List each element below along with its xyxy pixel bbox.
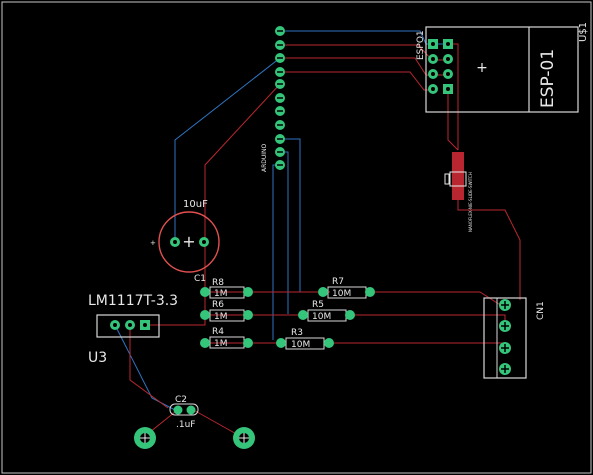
svg-text:+: + xyxy=(150,239,156,247)
cap-big-value: 10uF xyxy=(183,199,208,210)
resistor-r4: R4 1M xyxy=(200,327,253,349)
regulator-ref: U3 xyxy=(88,350,107,366)
r5-ref: R5 xyxy=(312,300,324,310)
resistor-r5: R5 10M xyxy=(298,300,355,322)
r4-value: 1M xyxy=(214,339,228,349)
esp01-name: ESP-01 xyxy=(538,49,558,108)
r6-ref: R6 xyxy=(212,300,224,310)
pcb-layout: + ESP-01 ESPO1 U$1 ARDUINO NANOFLEX-NIE-… xyxy=(1,1,592,474)
svg-text:+: + xyxy=(476,60,488,76)
slide-switch-label: NANOFLEX-NIE-SLIDE-SWITCH xyxy=(468,172,473,232)
esp01-ref2: U$1 xyxy=(578,22,589,42)
regulator-name: LM1117T-3.3 xyxy=(88,293,178,309)
r8-value: 1M xyxy=(214,289,228,299)
c2-value: .1uF xyxy=(176,420,195,430)
board-outline xyxy=(1,1,592,474)
slide-switch: NANOFLEX-NIE-SLIDE-SWITCH xyxy=(444,152,473,232)
regulator-lm1117: LM1117T-3.3 U3 xyxy=(88,293,178,366)
resistor-r8: R8 1M xyxy=(200,278,253,299)
arduino-header: ARDUINO xyxy=(261,26,285,172)
r7-value: 10M xyxy=(332,289,351,299)
capacitor-10uf: + + 10uF C1 xyxy=(150,199,220,284)
r4-ref: R4 xyxy=(212,327,224,337)
resistor-r6: R6 1M xyxy=(200,300,253,322)
esp01-ref: ESPO1 xyxy=(416,30,426,60)
mounting-pads xyxy=(134,427,255,449)
connector-cn1: CN1 xyxy=(483,297,546,379)
r5-value: 10M xyxy=(312,312,331,322)
r6-value: 1M xyxy=(214,312,228,322)
esp01-module: + ESP-01 ESPO1 U$1 xyxy=(416,22,589,113)
r3-value: 10M xyxy=(291,340,310,350)
cn1-ref: CN1 xyxy=(536,301,546,320)
resistor-r3: R3 10M xyxy=(276,328,334,350)
r7-ref: R7 xyxy=(332,277,344,287)
c1-ref: C1 xyxy=(194,274,206,284)
r3-ref: R3 xyxy=(291,328,303,338)
resistor-r7: R7 10M xyxy=(318,277,375,299)
svg-text:+: + xyxy=(182,232,195,251)
arduino-label: ARDUINO xyxy=(261,143,268,172)
